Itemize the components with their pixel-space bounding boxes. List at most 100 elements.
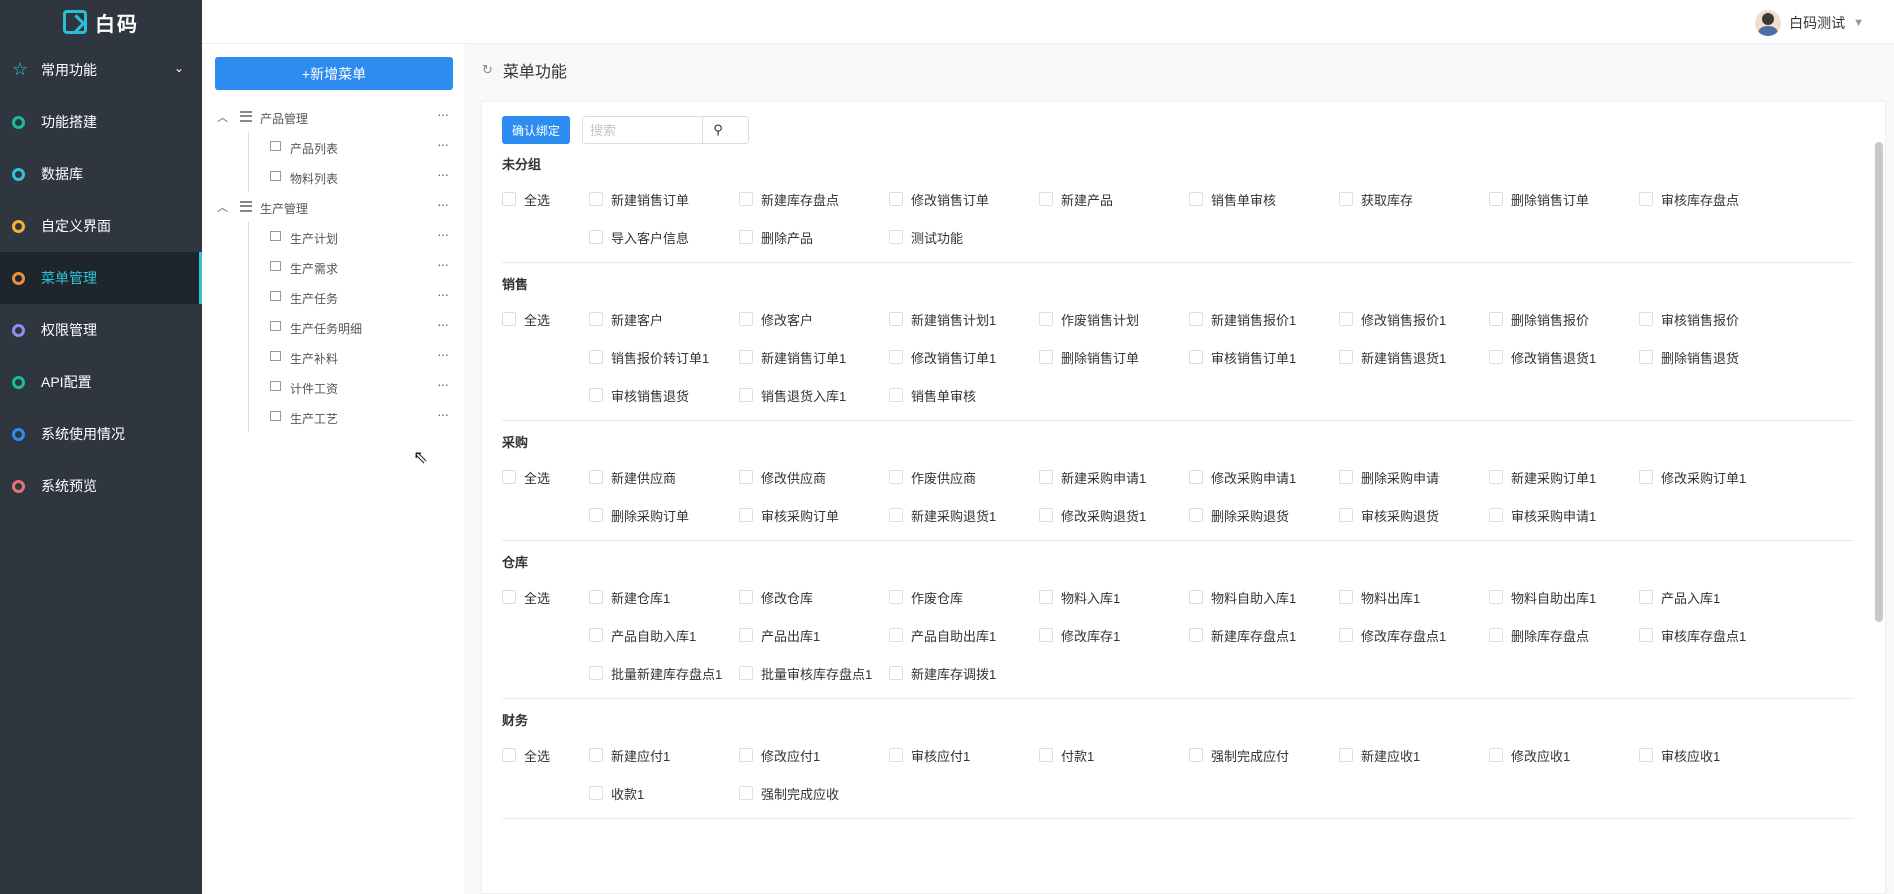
checkbox[interactable]	[589, 388, 603, 402]
app-logo[interactable]: 白码	[0, 0, 202, 44]
function-checkbox[interactable]: 删除销售退货	[1639, 338, 1789, 376]
checkbox[interactable]	[889, 230, 903, 244]
function-checkbox[interactable]: 审核销售订单1	[1189, 338, 1339, 376]
checkbox[interactable]	[889, 312, 903, 326]
tree-node-label[interactable]: 生产管理	[260, 200, 308, 217]
function-checkbox[interactable]: 物料自助入库1	[1189, 578, 1339, 616]
sidebar-item-1[interactable]: 功能搭建	[0, 96, 202, 148]
tree-node-label[interactable]: 产品列表	[290, 140, 338, 157]
function-checkbox[interactable]: 修改销售订单	[889, 180, 1039, 218]
function-checkbox[interactable]: 新建销售计划1	[889, 300, 1039, 338]
function-checkbox[interactable]: 产品入库1	[1639, 578, 1789, 616]
function-checkbox[interactable]: 新建客户	[589, 300, 739, 338]
checkbox[interactable]	[502, 470, 516, 484]
checkbox[interactable]	[739, 388, 753, 402]
function-checkbox[interactable]: 新建销售报价1	[1189, 300, 1339, 338]
tree-node-label[interactable]: 生产任务	[290, 290, 338, 307]
chevron-down-icon[interactable]: ⌄	[174, 61, 184, 75]
checkbox[interactable]	[1489, 590, 1503, 604]
function-checkbox[interactable]: 修改库存盘点1	[1339, 616, 1489, 654]
checkbox[interactable]	[1489, 508, 1503, 522]
function-checkbox[interactable]: 修改仓库	[739, 578, 889, 616]
function-checkbox[interactable]: 作废供应商	[889, 458, 1039, 496]
checkbox[interactable]	[502, 312, 516, 326]
function-checkbox[interactable]: 审核销售退货	[589, 376, 739, 414]
checkbox[interactable]	[1489, 312, 1503, 326]
checkbox[interactable]	[1189, 350, 1203, 364]
function-checkbox[interactable]: 销售退货入库1	[739, 376, 889, 414]
checkbox[interactable]	[1189, 748, 1203, 762]
tree-node-item[interactable]: 生产任务明细 ···	[212, 312, 456, 342]
search-input[interactable]	[583, 117, 704, 143]
function-checkbox[interactable]: 删除采购订单	[589, 496, 739, 534]
function-checkbox[interactable]: 新建采购退货1	[889, 496, 1039, 534]
checkbox[interactable]	[502, 192, 516, 206]
more-icon[interactable]: ···	[437, 256, 449, 272]
function-checkbox[interactable]: 修改采购退货1	[1039, 496, 1189, 534]
checkbox[interactable]	[739, 470, 753, 484]
tree-node-item[interactable]: 生产补料 ···	[212, 342, 456, 372]
tree-node-item[interactable]: 产品列表 ···	[212, 132, 456, 162]
function-checkbox[interactable]: 新建销售订单	[589, 180, 739, 218]
function-checkbox[interactable]: 批量审核库存盘点1	[739, 654, 889, 692]
checkbox[interactable]	[1039, 748, 1053, 762]
function-checkbox[interactable]: 修改供应商	[739, 458, 889, 496]
function-checkbox[interactable]: 物料入库1	[1039, 578, 1189, 616]
refresh-icon[interactable]: ↻	[482, 62, 493, 78]
tree-node-item[interactable]: 生产任务 ···	[212, 282, 456, 312]
chevron-up-icon[interactable]: ︿	[217, 109, 228, 125]
checkbox[interactable]	[1339, 508, 1353, 522]
tree-node-item[interactable]: 生产需求 ···	[212, 252, 456, 282]
checkbox[interactable]	[889, 470, 903, 484]
checkbox[interactable]	[1189, 590, 1203, 604]
function-checkbox[interactable]: 审核库存盘点1	[1639, 616, 1789, 654]
checkbox[interactable]	[1639, 470, 1653, 484]
checkbox[interactable]	[1639, 192, 1653, 206]
function-checkbox[interactable]: 删除产品	[739, 218, 889, 256]
user-menu[interactable]: 白码测试 ▼	[1755, 10, 1864, 36]
search-icon[interactable]: ⚲	[703, 122, 733, 138]
checkbox[interactable]	[1189, 470, 1203, 484]
more-icon[interactable]: ···	[437, 136, 449, 152]
function-checkbox[interactable]: 产品自助入库1	[589, 616, 739, 654]
checkbox[interactable]	[889, 590, 903, 604]
checkbox[interactable]	[589, 590, 603, 604]
checkbox[interactable]	[1639, 350, 1653, 364]
function-checkbox[interactable]: 修改应付1	[739, 736, 889, 774]
checkbox[interactable]	[889, 192, 903, 206]
function-checkbox[interactable]: 审核采购退货	[1339, 496, 1489, 534]
checkbox[interactable]	[739, 590, 753, 604]
checkbox[interactable]	[1189, 628, 1203, 642]
function-checkbox[interactable]: 修改采购订单1	[1639, 458, 1789, 496]
function-checkbox[interactable]: 删除销售订单	[1039, 338, 1189, 376]
function-checkbox[interactable]: 修改销售订单1	[889, 338, 1039, 376]
function-checkbox[interactable]: 导入客户信息	[589, 218, 739, 256]
checkbox[interactable]	[1339, 350, 1353, 364]
function-checkbox[interactable]: 新建产品	[1039, 180, 1189, 218]
checkbox[interactable]	[589, 192, 603, 206]
checkbox[interactable]	[1189, 312, 1203, 326]
function-checkbox[interactable]: 新建库存调拨1	[889, 654, 1039, 692]
more-icon[interactable]: ···	[437, 406, 449, 422]
tree-node-label[interactable]: 生产工艺	[290, 410, 338, 427]
more-icon[interactable]: ···	[437, 286, 449, 302]
more-icon[interactable]: ···	[437, 196, 449, 212]
checkbox[interactable]	[739, 312, 753, 326]
checkbox[interactable]	[1039, 590, 1053, 604]
tree-node-label[interactable]: 计件工资	[290, 380, 338, 397]
function-checkbox[interactable]: 删除采购退货	[1189, 496, 1339, 534]
checkbox[interactable]	[1339, 748, 1353, 762]
function-checkbox[interactable]: 收款1	[589, 774, 739, 812]
function-checkbox[interactable]: 新建销售退货1	[1339, 338, 1489, 376]
tree-node-label[interactable]: 生产需求	[290, 260, 338, 277]
function-checkbox[interactable]: 新建库存盘点	[739, 180, 889, 218]
function-checkbox[interactable]: 审核销售报价	[1639, 300, 1789, 338]
sidebar-item-2[interactable]: 数据库	[0, 148, 202, 200]
avatar[interactable]	[1755, 10, 1782, 36]
function-checkbox[interactable]: 销售报价转订单1	[589, 338, 739, 376]
function-checkbox[interactable]: 修改客户	[739, 300, 889, 338]
checkbox[interactable]	[1039, 350, 1053, 364]
sidebar-item-8[interactable]: 系统预览	[0, 460, 202, 512]
checkbox[interactable]	[1489, 192, 1503, 206]
checkbox[interactable]	[1639, 748, 1653, 762]
